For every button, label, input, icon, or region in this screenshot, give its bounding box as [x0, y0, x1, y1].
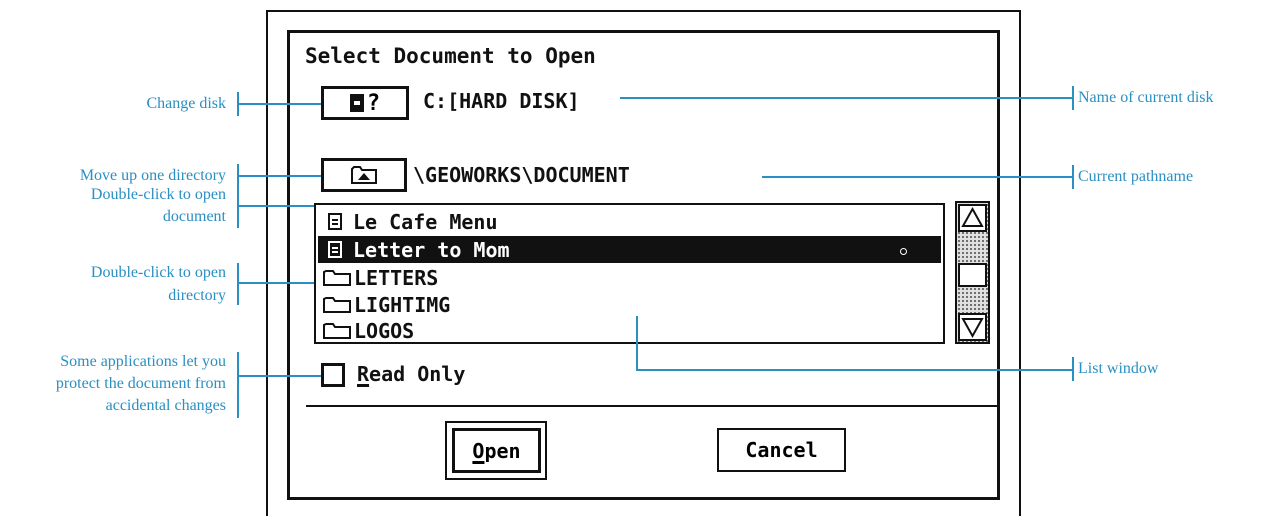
folder-up-icon	[351, 166, 377, 184]
document-icon	[328, 241, 342, 258]
annotation-pathname: Current pathname	[1078, 168, 1194, 185]
folder-icon	[323, 269, 351, 286]
annotation-open-document-line1: Double-click to open	[90, 186, 226, 203]
annotation-open-directory-line2: directory	[168, 287, 226, 304]
folder-icon	[323, 322, 351, 339]
list-item-selected[interactable]: Letter to Mom	[318, 236, 941, 263]
up-directory-button[interactable]	[321, 158, 407, 192]
annotation-change-disk: Change disk	[146, 95, 226, 112]
document-icon	[328, 213, 342, 230]
annotation-leader	[237, 282, 314, 284]
arrow-up-icon	[961, 206, 984, 227]
list-item[interactable]: LIGHTIMG	[318, 291, 941, 318]
annotation-protect-line1: Some applications let you	[60, 353, 226, 370]
dialog-title: Select Document to Open	[305, 44, 596, 68]
annotation-disk-name: Name of current disk	[1078, 89, 1214, 106]
disk-icon	[349, 94, 364, 112]
current-disk-name: C:[HARD DISK]	[423, 89, 580, 113]
list-item-label: LIGHTIMG	[354, 292, 451, 317]
current-pathname: \GEOWORKS\DOCUMENT	[413, 163, 630, 187]
read-only-label[interactable]: Read Only	[357, 362, 465, 386]
read-only-label-text: ead Only	[369, 362, 466, 386]
selection-marker-icon	[900, 248, 907, 255]
open-mnemonic: O	[472, 438, 485, 463]
annotation-list-window: List window	[1078, 360, 1159, 377]
change-disk-label: ?	[366, 90, 381, 116]
annotation-leader	[636, 316, 638, 371]
annotation-bracket	[237, 263, 239, 305]
annotation-leader	[636, 369, 1073, 371]
scroll-up-button[interactable]	[958, 204, 987, 232]
read-only-mnemonic: R	[357, 362, 370, 386]
list-item[interactable]: LETTERS	[318, 264, 941, 291]
list-item[interactable]: Le Cafe Menu	[318, 208, 941, 235]
annotation-bracket	[1072, 357, 1074, 381]
annotation-protect-line2: protect the document from	[55, 375, 226, 392]
open-label-text: pen	[484, 438, 521, 463]
list-item-label: LETTERS	[354, 265, 439, 290]
annotation-leader	[237, 375, 321, 377]
annotation-protect-line3: accidental changes	[105, 397, 226, 414]
annotation-leader	[237, 205, 314, 207]
dialog-divider	[306, 405, 1000, 407]
annotation-open-document-line2: document	[162, 208, 226, 225]
file-list[interactable]: Le Cafe Menu Letter to Mom LETTERS LIGHT…	[314, 203, 945, 344]
annotation-leader	[237, 175, 321, 177]
arrow-down-icon	[961, 318, 984, 339]
open-button[interactable]: Open	[452, 428, 541, 473]
list-item[interactable]: LOGOS	[318, 317, 941, 343]
annotation-bracket	[237, 352, 239, 418]
annotation-bracket	[237, 186, 239, 228]
list-item-label: Le Cafe Menu	[353, 209, 498, 234]
scroll-thumb[interactable]	[958, 263, 987, 287]
cancel-button[interactable]: Cancel	[717, 428, 846, 472]
change-disk-button[interactable]: ?	[321, 86, 409, 120]
read-only-checkbox[interactable]	[321, 363, 345, 387]
annotation-leader	[620, 97, 1073, 99]
list-item-label: Letter to Mom	[353, 237, 510, 262]
annotation-open-directory-line1: Double-click to open	[90, 264, 226, 281]
folder-icon	[323, 296, 351, 313]
annotation-bracket	[1072, 86, 1074, 110]
list-scrollbar[interactable]	[955, 201, 990, 344]
annotation-leader	[237, 103, 321, 105]
annotation-bracket	[1072, 165, 1074, 189]
list-item-label: LOGOS	[354, 318, 415, 343]
scroll-down-button[interactable]	[958, 313, 987, 341]
annotation-leader	[762, 176, 1073, 178]
